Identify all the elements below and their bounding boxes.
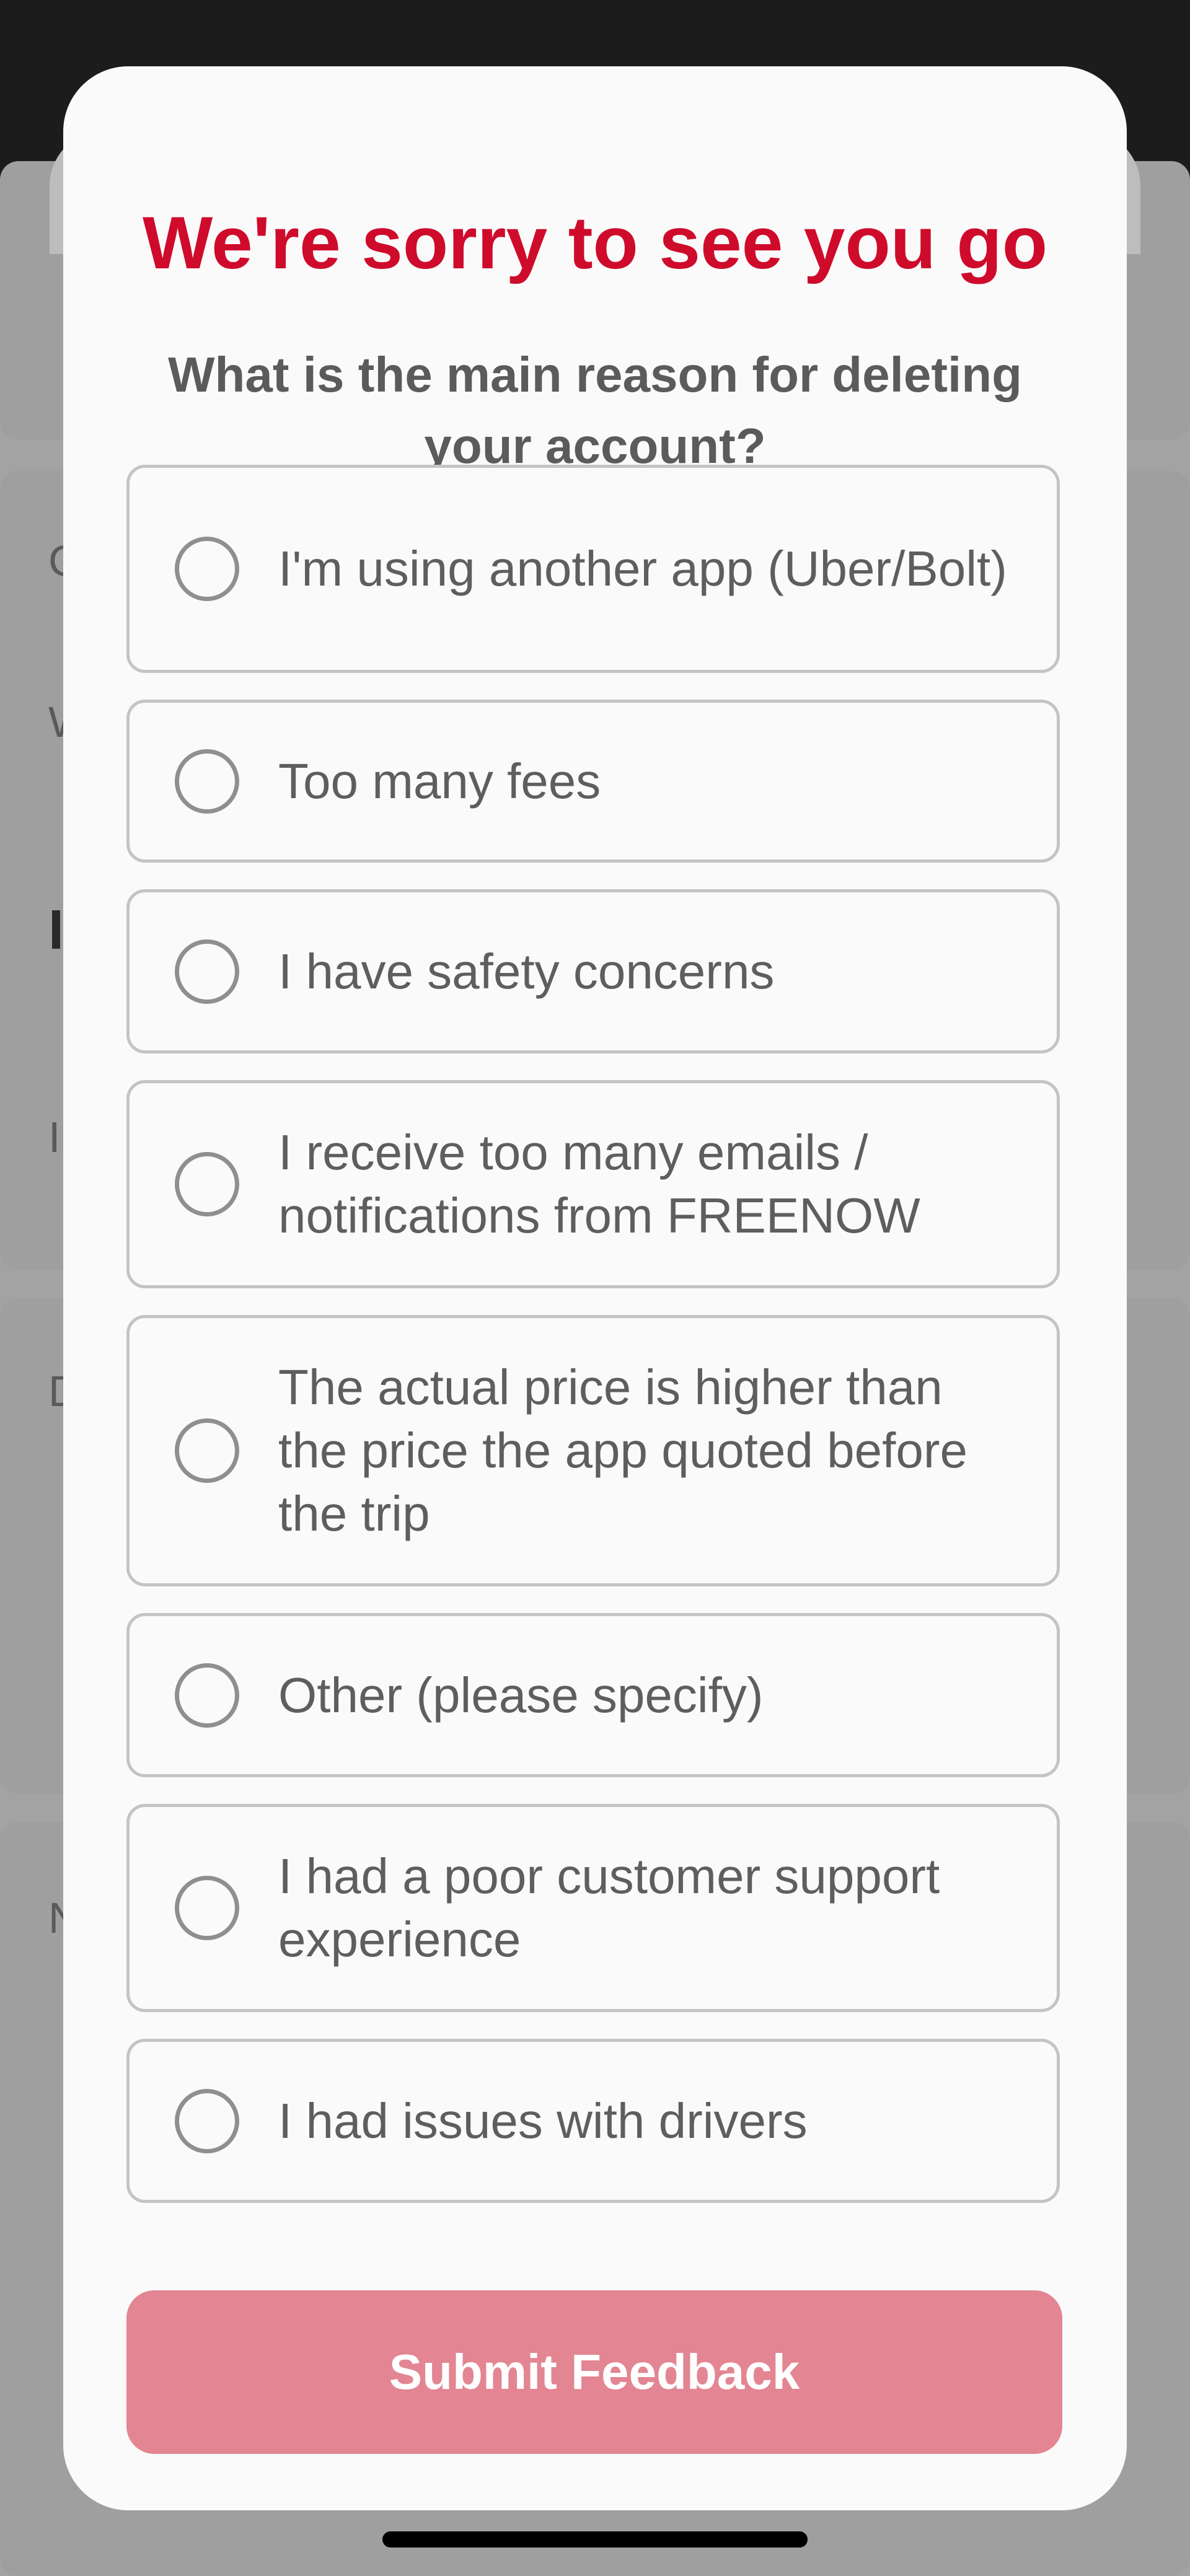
delete-account-feedback-modal: We're sorry to see you go What is the ma… xyxy=(63,66,1127,2510)
reason-option-label: I have safety concerns xyxy=(278,943,775,999)
reason-option-too-many-fees[interactable]: Too many fees xyxy=(126,700,1060,863)
reason-option-label: I'm using another app (Uber/Bolt) xyxy=(278,541,1007,596)
reason-option-safety-concerns[interactable]: I have safety concerns xyxy=(126,889,1060,1053)
home-indicator xyxy=(382,2531,808,2547)
reason-option-label: I had issues with drivers xyxy=(278,2093,808,2148)
reason-option-other[interactable]: Other (please specify) xyxy=(126,1613,1060,1777)
reason-option-driver-issues[interactable]: I had issues with drivers xyxy=(126,2039,1060,2203)
reason-option-label: I receive too many emails / notification… xyxy=(278,1125,920,1243)
reason-option-price-higher[interactable]: The actual price is higher than the pric… xyxy=(126,1315,1060,1586)
radio-button-icon[interactable] xyxy=(175,1152,239,1216)
background-text: I xyxy=(48,899,64,961)
reason-option-another-app[interactable]: I'm using another app (Uber/Bolt) xyxy=(126,465,1060,673)
reason-option-label: Other (please specify) xyxy=(278,1667,764,1723)
reason-option-poor-support[interactable]: I had a poor customer support experience xyxy=(126,1804,1060,2012)
radio-button-icon[interactable] xyxy=(175,537,239,601)
radio-button-icon[interactable] xyxy=(175,1876,239,1940)
modal-subtitle: What is the main reason for deleting you… xyxy=(168,347,1022,473)
radio-button-icon[interactable] xyxy=(175,939,239,1004)
background-text: I xyxy=(48,1113,61,1161)
reason-option-label: Too many fees xyxy=(278,753,601,809)
reason-option-label: The actual price is higher than the pric… xyxy=(278,1360,967,1541)
radio-button-icon[interactable] xyxy=(175,2088,239,2153)
radio-button-icon[interactable] xyxy=(175,749,239,814)
modal-title: We're sorry to see you go xyxy=(142,201,1048,284)
submit-feedback-button[interactable]: Submit Feedback xyxy=(126,2290,1062,2454)
radio-button-icon[interactable] xyxy=(175,1418,239,1483)
radio-button-icon[interactable] xyxy=(175,1663,239,1728)
reason-option-label: I had a poor customer support experience xyxy=(278,1848,940,1967)
reason-option-too-many-emails[interactable]: I receive too many emails / notification… xyxy=(126,1080,1060,1288)
